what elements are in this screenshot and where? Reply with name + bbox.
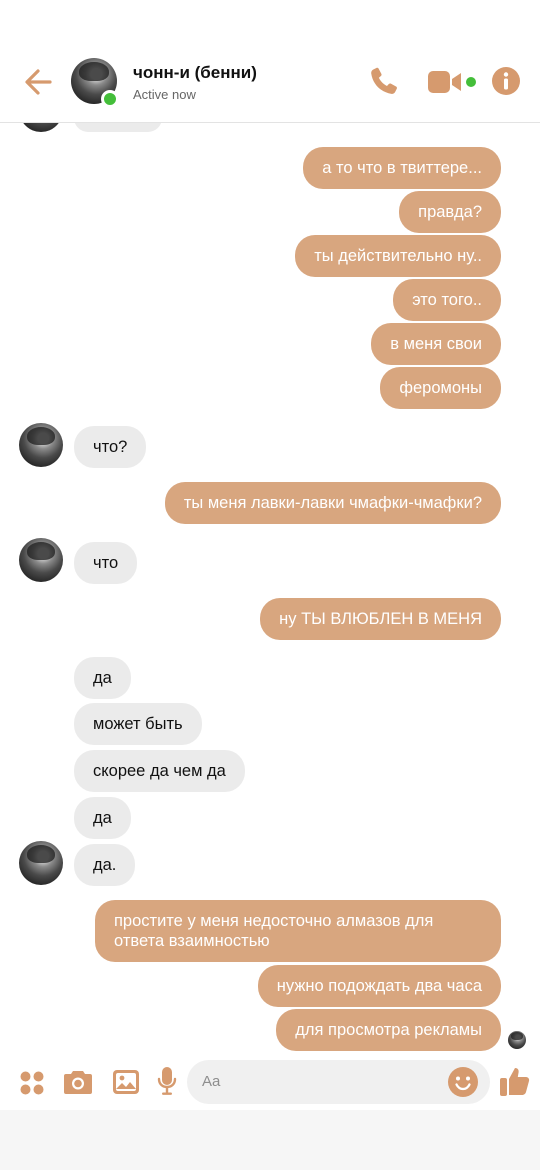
message-bubble-incoming[interactable]: что — [74, 542, 138, 584]
message-bubble-outgoing[interactable]: простите у меня недосточно алмазов для о… — [95, 900, 501, 962]
contact-avatar[interactable] — [19, 538, 63, 582]
conversation-header: чонн-и (бенни) Active now — [0, 0, 540, 123]
contact-avatar[interactable] — [19, 423, 63, 467]
message-input-placeholder: Aa — [202, 1073, 221, 1090]
message-bubble-outgoing[interactable]: ты действительно ну.. — [295, 235, 501, 277]
arrow-left-icon[interactable] — [20, 63, 58, 101]
camera-icon[interactable] — [63, 1068, 93, 1096]
message-bubble-incoming[interactable]: может быть — [74, 703, 202, 745]
phone-icon[interactable] — [367, 64, 401, 98]
video-camera-icon[interactable] — [427, 68, 463, 96]
message-list[interactable]: а то что в твиттере... правда? ты действ… — [0, 0, 540, 1060]
message-bubble-outgoing[interactable]: в меня свои — [371, 323, 501, 365]
message-bubble-outgoing[interactable]: ну ТЫ ВЛЮБЛЕН В МЕНЯ — [260, 598, 501, 640]
system-navigation-area — [0, 1110, 540, 1170]
active-status: Active now — [133, 87, 196, 102]
message-bubble-incoming[interactable]: да — [74, 657, 131, 699]
seen-indicator-avatar — [508, 1031, 526, 1049]
message-bubble-outgoing[interactable]: а то что в твиттере... — [303, 147, 501, 189]
message-bubble-incoming[interactable]: скорее да чем да — [74, 750, 245, 792]
thumbs-up-icon[interactable] — [498, 1064, 532, 1098]
message-bubble-incoming[interactable]: что? — [74, 426, 147, 468]
message-bubble-outgoing[interactable]: ты меня лавки-лавки чмафки-чмафки? — [164, 482, 501, 524]
online-status-dot — [101, 90, 119, 108]
video-online-dot — [466, 77, 476, 87]
apps-icon[interactable] — [19, 1070, 45, 1096]
contact-avatar[interactable] — [19, 841, 63, 885]
contact-name[interactable]: чонн-и (бенни) — [133, 63, 257, 83]
info-icon[interactable] — [491, 66, 521, 96]
message-bubble-outgoing[interactable]: нужно подождать два часа — [257, 965, 501, 1007]
message-bubble-incoming[interactable]: да. — [74, 844, 136, 886]
message-input[interactable]: Aa — [187, 1060, 490, 1104]
message-bubble-outgoing[interactable]: феромоны — [380, 367, 501, 409]
message-bubble-incoming[interactable]: да — [74, 797, 131, 839]
microphone-icon[interactable] — [157, 1066, 177, 1096]
emoji-icon[interactable] — [447, 1066, 479, 1098]
message-bubble-outgoing[interactable]: это того.. — [393, 279, 501, 321]
message-bubble-outgoing[interactable]: для просмотра рекламы — [276, 1009, 501, 1051]
gallery-icon[interactable] — [112, 1068, 140, 1096]
message-bubble-outgoing[interactable]: правда? — [399, 191, 501, 233]
